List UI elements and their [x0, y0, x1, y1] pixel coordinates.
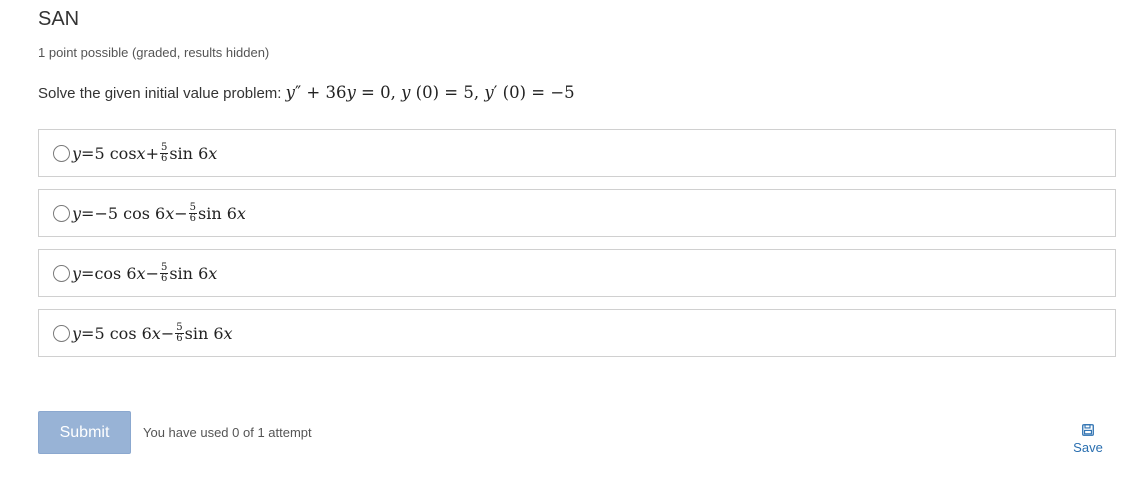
- fraction: 56: [175, 321, 184, 344]
- fraction: 56: [188, 201, 198, 224]
- choice-formula: y = −5 cos 6x − 56 sin 6x: [72, 201, 246, 224]
- choice-option-4[interactable]: y = 5 cos 6x − 56 sin 6x: [38, 309, 1116, 357]
- choice-option-1[interactable]: y = 5 cos x + 56 sin 6x: [38, 129, 1116, 177]
- submit-button[interactable]: Submit: [38, 411, 131, 454]
- ivp-equation: y″ + 36y = 0, y (0) = 5, y′ (0) = −5: [285, 83, 575, 102]
- radio-button[interactable]: [53, 204, 70, 222]
- radio-button[interactable]: [53, 144, 70, 162]
- choice-option-2[interactable]: y = −5 cos 6x − 56 sin 6x: [38, 189, 1116, 237]
- problem-title: SAN: [38, 8, 80, 30]
- choice-option-3[interactable]: y = cos 6x − 56 sin 6x: [38, 249, 1116, 297]
- radio-button[interactable]: [53, 324, 70, 342]
- choice-formula: y = 5 cos 6x − 56 sin 6x: [72, 321, 233, 344]
- save-button[interactable]: Save: [1066, 424, 1110, 455]
- fraction: 56: [159, 141, 169, 164]
- question-text: Solve the given initial value problem: y…: [38, 83, 575, 102]
- fraction: 56: [159, 261, 169, 284]
- save-label: Save: [1073, 440, 1103, 455]
- floppy-disk-icon: [1066, 424, 1110, 436]
- problem-meta: 1 point possible (graded, results hidden…: [38, 45, 270, 60]
- choice-formula: y = 5 cos x + 56 sin 6x: [72, 141, 218, 164]
- attempts-text: You have used 0 of 1 attempt: [143, 425, 312, 440]
- question-prompt: Solve the given initial value problem:: [38, 85, 286, 102]
- choice-formula: y = cos 6x − 56 sin 6x: [72, 261, 218, 284]
- radio-button[interactable]: [53, 264, 70, 282]
